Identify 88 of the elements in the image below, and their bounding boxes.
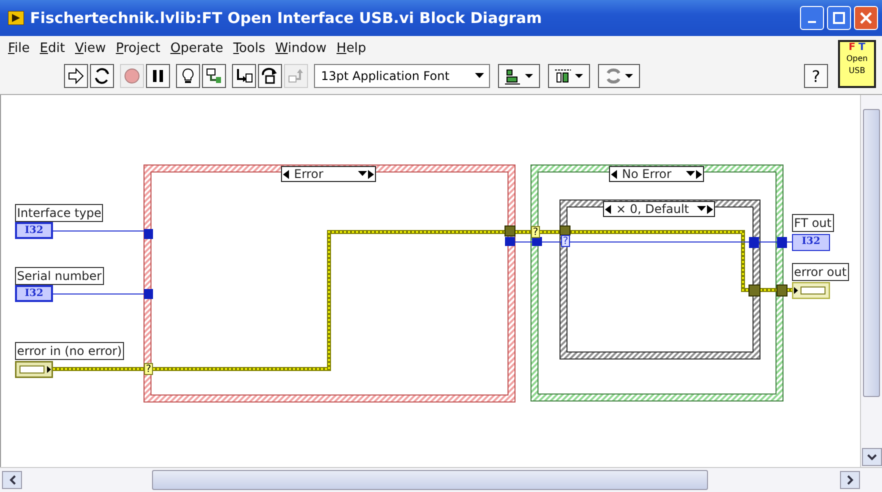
menu-item[interactable]: Window (270, 40, 332, 56)
tunnel (777, 237, 787, 248)
tunnel (144, 229, 153, 239)
run-continuous-button[interactable] (90, 64, 114, 88)
case-selector[interactable]: Error (281, 166, 376, 182)
control-label: Interface type (15, 204, 104, 222)
icon-text: USB (848, 65, 866, 77)
scroll-left-button[interactable] (2, 471, 22, 489)
probe-icon (205, 67, 223, 85)
tunnel: ? (144, 363, 153, 375)
step-into-icon (235, 67, 253, 85)
control-label: error in (no error) (15, 342, 124, 360)
control-label: Serial number (15, 267, 104, 285)
icon-letter: F (848, 42, 856, 53)
minimize-icon (808, 21, 816, 23)
highlight-button[interactable] (176, 64, 200, 88)
decrement-arrow-icon (283, 170, 290, 178)
increment-arrow-icon (706, 204, 713, 214)
tunnel (748, 284, 760, 296)
reorder-icon (604, 67, 634, 85)
vertical-scrollbar[interactable] (860, 95, 882, 467)
cycle-arrows-icon (93, 67, 111, 85)
window-title: Fischertechnik.lvlib:FT Open Interface USB.vi Block Diagram (30, 9, 542, 27)
menu-item[interactable]: Operate (165, 40, 228, 56)
numeric-indicator[interactable]: I32 (792, 234, 830, 251)
close-icon (860, 12, 872, 24)
scroll-down-button[interactable] (862, 448, 882, 466)
decrement-arrow-icon (605, 204, 612, 214)
distribute-icon (554, 67, 584, 85)
align-button[interactable] (498, 64, 540, 88)
tunnel (560, 226, 570, 236)
chevron-right-icon (846, 475, 854, 485)
dropdown-arrow-icon (475, 73, 484, 79)
stop-icon (123, 67, 141, 85)
font-dropdown[interactable]: 13pt Application Font (314, 64, 490, 88)
increment-arrow-icon (695, 170, 702, 178)
decrement-arrow-icon (611, 170, 618, 178)
menu-item[interactable]: Help (332, 40, 372, 56)
chevron-left-icon (8, 475, 16, 485)
pause-button[interactable] (146, 64, 170, 88)
icon-letter: T (858, 42, 866, 53)
dropdown-arrow-icon (697, 206, 706, 212)
tunnel (749, 237, 759, 248)
numeric-control[interactable]: I32 (15, 285, 53, 302)
step-out-icon (287, 67, 305, 85)
dropdown-arrow-icon (686, 171, 695, 177)
step-into-button[interactable] (232, 64, 256, 88)
menu-item[interactable]: View (70, 40, 111, 56)
maximize-icon (833, 12, 845, 24)
retain-button[interactable] (202, 64, 226, 88)
horizontal-scrollbar[interactable] (0, 467, 882, 492)
distribute-button[interactable] (548, 64, 590, 88)
case-selector[interactable]: × 0, Default (603, 201, 715, 217)
menu-item[interactable]: File (3, 40, 35, 56)
chevron-down-icon (867, 454, 877, 460)
scroll-right-button[interactable] (840, 471, 860, 489)
step-over-icon (261, 67, 279, 85)
tunnel (505, 237, 515, 246)
scroll-thumb[interactable] (863, 109, 880, 397)
numeric-control[interactable]: I32 (15, 222, 53, 239)
menu-item[interactable]: Project (110, 40, 166, 56)
step-over-button[interactable] (258, 64, 282, 88)
tunnel (776, 284, 788, 296)
close-button[interactable] (854, 6, 878, 30)
app-icon (8, 11, 24, 25)
tunnel: ? (531, 226, 540, 238)
case-selector[interactable]: No Error (609, 166, 704, 182)
help-button[interactable]: ? (804, 64, 828, 88)
increment-arrow-icon (367, 170, 374, 178)
maximize-button[interactable] (827, 6, 851, 30)
arrow-icon (67, 67, 85, 85)
indicator-label: FT out (792, 214, 834, 232)
minimize-button[interactable] (800, 6, 824, 30)
icon-text: Open (846, 53, 868, 65)
tunnel: ? (561, 235, 570, 247)
tunnel (532, 237, 542, 246)
indicator-label: error out (792, 263, 849, 281)
reorder-button[interactable] (598, 64, 640, 88)
run-button[interactable] (64, 64, 88, 88)
menu-item[interactable]: Tools (228, 40, 270, 56)
tunnel (504, 226, 516, 236)
error-cluster-control[interactable] (15, 361, 53, 378)
scroll-thumb[interactable] (152, 470, 708, 490)
error-cluster-indicator[interactable] (792, 282, 830, 299)
menu-item[interactable]: Edit (34, 40, 70, 56)
align-icon (504, 67, 534, 85)
tunnel (144, 289, 153, 299)
dropdown-arrow-icon (358, 171, 367, 177)
